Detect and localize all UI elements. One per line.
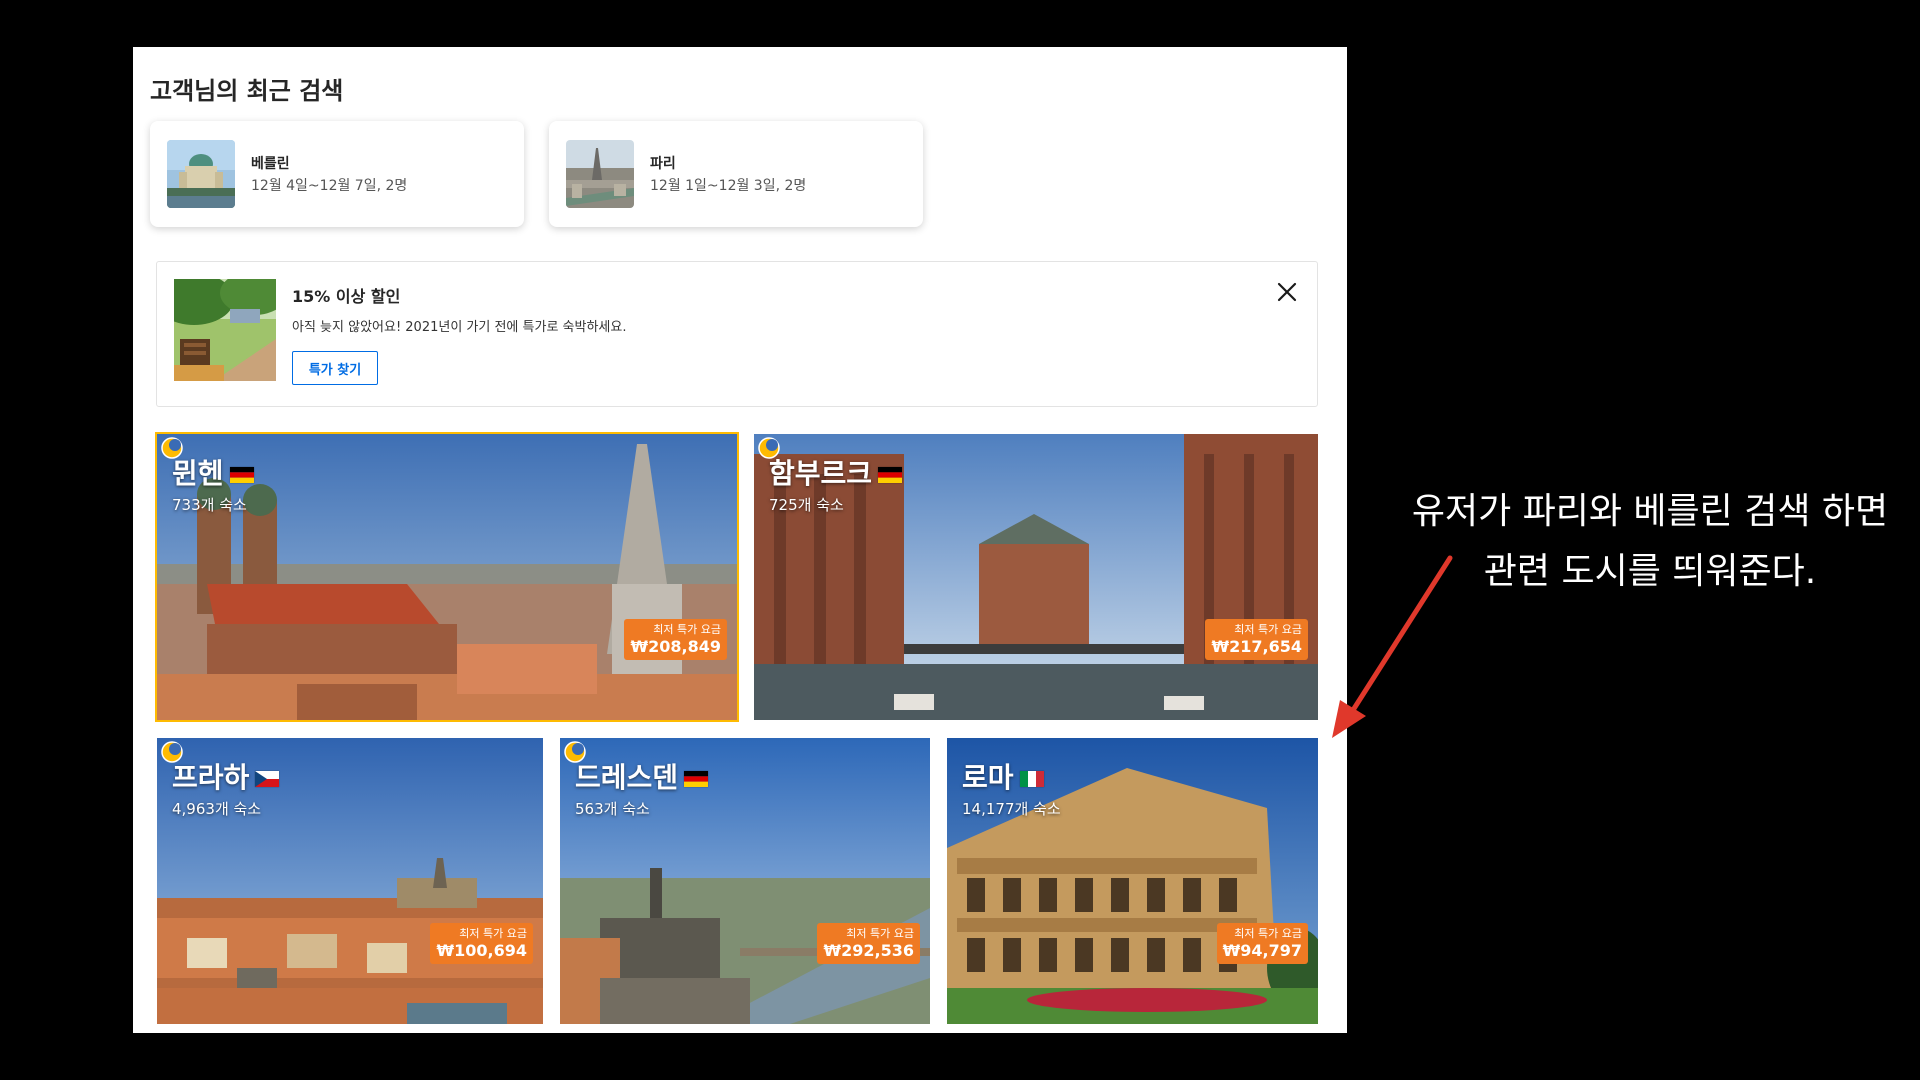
price-label: 최저 특가 요금: [653, 623, 721, 636]
annotation-text: 유저가 파리와 베를린 검색 하면 관련 도시를 띄워준다.: [1380, 482, 1920, 602]
italy-flag-icon: [1019, 771, 1044, 787]
recent-search-dates: 12월 1일~12월 3일, 2명: [650, 178, 807, 194]
destination-card-prague[interactable]: 프라하 4,963개 숙소 최저 특가 요금 ₩100,694: [157, 738, 543, 1024]
property-count: 733개 숙소: [172, 496, 247, 514]
price-label: 최저 특가 요금: [846, 927, 914, 940]
price-value: ₩208,849: [630, 637, 721, 656]
berlin-thumbnail: [167, 140, 235, 208]
promo-description: 아직 늦지 않았어요! 2021년이 가기 전에 특가로 숙박하세요.: [292, 320, 627, 335]
price-label: 최저 특가 요금: [1234, 927, 1302, 940]
main-panel: 고객님의 최근 검색 베를린 12월 4일~12월 7일, 2명 파리 12월 …: [133, 47, 1347, 1033]
property-count: 563개 숙소: [575, 800, 650, 818]
destination-card-hamburg[interactable]: 함부르크 725개 숙소 최저 특가 요금 ₩217,654: [754, 434, 1318, 720]
germany-flag-icon: [684, 771, 709, 787]
price-label: 최저 특가 요금: [1234, 623, 1302, 636]
recent-search-card-berlin[interactable]: 베를린 12월 4일~12월 7일, 2명: [150, 121, 524, 227]
price-value: ₩94,797: [1222, 941, 1302, 960]
germany-flag-icon: [229, 467, 254, 483]
price-badge: 최저 특가 요금 ₩94,797: [1216, 923, 1308, 964]
recent-search-dates: 12월 4일~12월 7일, 2명: [251, 178, 408, 194]
price-value: ₩100,694: [436, 941, 527, 960]
annotation-line-2: 관련 도시를 띄워준다.: [1483, 551, 1817, 592]
promo-banner: 15% 이상 할인 아직 늦지 않았어요! 2021년이 가기 전에 특가로 숙…: [156, 261, 1318, 407]
city-name: 함부르크: [769, 457, 873, 490]
price-badge: 최저 특가 요금 ₩217,654: [1205, 619, 1308, 660]
city-name: 드레스덴: [575, 761, 679, 794]
recent-search-city: 파리: [650, 156, 676, 172]
promo-title: 15% 이상 할인: [292, 287, 401, 306]
czech-flag-icon: [255, 771, 280, 787]
property-count: 14,177개 숙소: [962, 800, 1061, 818]
destination-card-munich[interactable]: 뮌헨 733개 숙소 최저 특가 요금 ₩208,849: [157, 434, 737, 720]
price-badge: 최저 특가 요금 ₩100,694: [430, 923, 533, 964]
property-count: 725개 숙소: [769, 496, 844, 514]
city-name: 프라하: [172, 761, 250, 794]
germany-flag-icon: [878, 467, 903, 483]
promo-image: [174, 279, 276, 381]
city-name: 뮌헨: [172, 457, 224, 490]
paris-thumbnail: [566, 140, 634, 208]
price-badge: 최저 특가 요금 ₩208,849: [624, 619, 727, 660]
recent-search-city: 베를린: [251, 156, 290, 172]
destination-card-rome[interactable]: 로마 14,177개 숙소 최저 특가 요금 ₩94,797: [947, 738, 1318, 1024]
price-label: 최저 특가 요금: [459, 927, 527, 940]
property-count: 4,963개 숙소: [172, 800, 262, 818]
close-icon[interactable]: [1275, 280, 1299, 304]
price-value: ₩292,536: [823, 941, 914, 960]
recent-searches-title: 고객님의 최근 검색: [150, 77, 344, 105]
recent-search-card-paris[interactable]: 파리 12월 1일~12월 3일, 2명: [549, 121, 923, 227]
red-arrow-icon: [1332, 555, 1453, 738]
annotation-line-1: 유저가 파리와 베를린 검색 하면: [1411, 491, 1889, 532]
price-badge: 최저 특가 요금 ₩292,536: [817, 923, 920, 964]
city-name: 로마: [962, 761, 1014, 794]
find-deals-button[interactable]: 특가 찾기: [292, 351, 378, 385]
price-value: ₩217,654: [1211, 637, 1302, 656]
destination-card-dresden[interactable]: 드레스덴 563개 숙소 최저 특가 요금 ₩292,536: [560, 738, 930, 1024]
